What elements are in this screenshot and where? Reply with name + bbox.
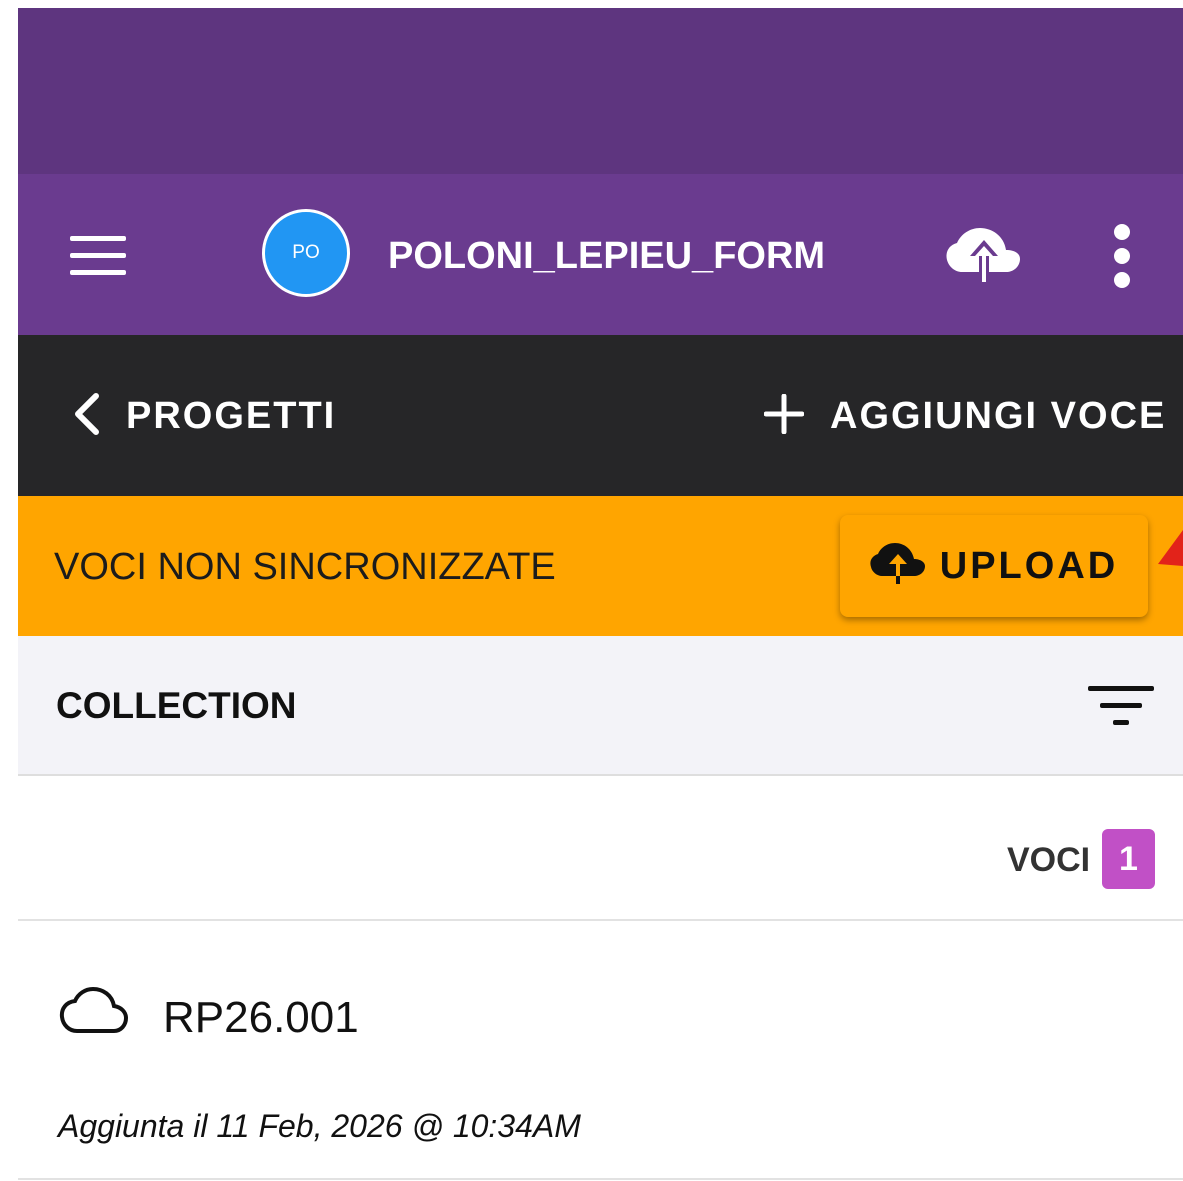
kebab-menu-icon[interactable] bbox=[1108, 222, 1136, 290]
chevron-left-icon bbox=[72, 392, 100, 441]
add-entry-label: AGGIUNGI VOCE bbox=[830, 394, 1167, 437]
entry-title[interactable]: RP26.001 bbox=[163, 992, 359, 1044]
upload-label: UPLOAD bbox=[939, 544, 1119, 587]
entry-date: Aggiunta il 11 Feb, 2026 @ 10:34AM bbox=[58, 1108, 581, 1144]
back-to-projects-button[interactable]: PROGETTI bbox=[72, 390, 336, 442]
hamburger-menu-icon[interactable] bbox=[70, 234, 128, 278]
status-bar bbox=[18, 8, 1183, 174]
cloud-upload-icon bbox=[870, 542, 926, 591]
collection-title: COLLECTION bbox=[56, 685, 297, 726]
pointer-arrow-icon bbox=[1158, 530, 1183, 566]
entries-count-badge: 1 bbox=[1102, 829, 1155, 889]
divider bbox=[18, 1178, 1183, 1180]
plus-icon bbox=[763, 393, 805, 439]
back-label: PROGETTI bbox=[126, 394, 337, 437]
filter-icon[interactable] bbox=[1088, 684, 1156, 728]
divider bbox=[18, 919, 1183, 921]
avatar[interactable]: PO bbox=[262, 209, 350, 297]
page-title: POLONI_LEPIEU_FORM bbox=[388, 235, 826, 277]
entries-count-label: VOCI bbox=[1007, 841, 1091, 879]
cloud-upload-icon[interactable] bbox=[946, 226, 1022, 286]
upload-button[interactable]: UPLOAD bbox=[840, 515, 1148, 617]
cloud-outline-icon bbox=[58, 986, 130, 1036]
add-entry-button[interactable]: AGGIUNGI VOCE bbox=[763, 390, 1167, 442]
sync-status-text: VOCI NON SINCRONIZZATE bbox=[54, 546, 556, 588]
